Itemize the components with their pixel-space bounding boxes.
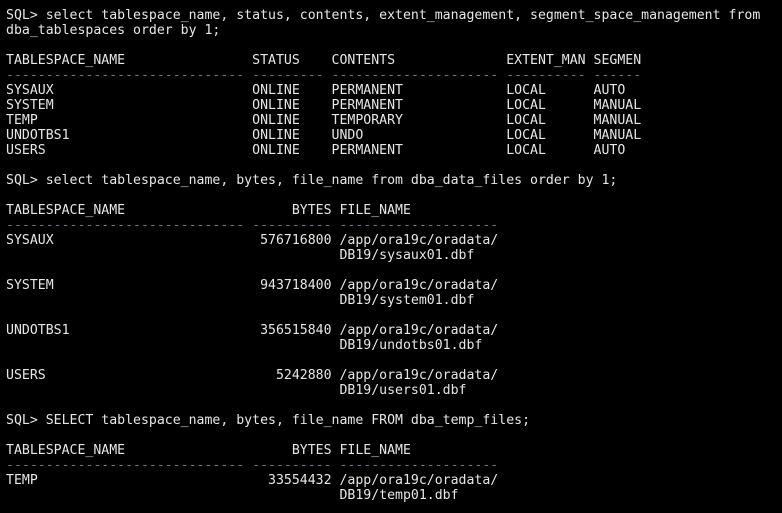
result-row: SYSTEM ONLINE PERMANENT LOCAL MANUAL xyxy=(6,98,642,113)
terminal-output[interactable]: SQL> select tablespace_name, status, con… xyxy=(0,0,782,513)
result-row: USERS 5242880 /app/ora19c/oradata/ xyxy=(6,368,499,383)
sql-command-line: SQL> select tablespace_name, status, con… xyxy=(6,8,761,23)
column-header-line: TABLESPACE_NAME BYTES FILE_NAME xyxy=(6,443,411,458)
result-row: DB19/sysaux01.dbf xyxy=(6,248,475,263)
column-header-line: TABLESPACE_NAME BYTES FILE_NAME xyxy=(6,203,411,218)
column-separator: ------------------------------ ---------… xyxy=(6,458,499,473)
result-row: DB19/temp01.dbf xyxy=(6,488,459,503)
result-row: DB19/system01.dbf xyxy=(6,293,475,308)
result-row: TEMP 33554432 /app/ora19c/oradata/ xyxy=(6,473,499,488)
column-separator: ------------------------------ ---------… xyxy=(6,68,642,83)
result-row: SYSAUX ONLINE PERMANENT LOCAL AUTO xyxy=(6,83,626,98)
result-row: dba_tablespaces order by 1; xyxy=(6,23,221,38)
result-row: USERS ONLINE PERMANENT LOCAL AUTO xyxy=(6,143,626,158)
result-row: SYSAUX 576716800 /app/ora19c/oradata/ xyxy=(6,233,499,248)
result-row: TEMP ONLINE TEMPORARY LOCAL MANUAL xyxy=(6,113,642,128)
sql-command-line: SQL> select tablespace_name, bytes, file… xyxy=(6,173,618,188)
result-row: UNDOTBS1 356515840 /app/ora19c/oradata/ xyxy=(6,323,499,338)
result-row: DB19/undotbs01.dbf xyxy=(6,338,483,353)
result-row: DB19/users01.dbf xyxy=(6,383,467,398)
column-separator: ------------------------------ ---------… xyxy=(6,218,499,233)
result-row: UNDOTBS1 ONLINE UNDO LOCAL MANUAL xyxy=(6,128,642,143)
column-header-line: TABLESPACE_NAME STATUS CONTENTS EXTENT_M… xyxy=(6,53,642,68)
result-row: SYSTEM 943718400 /app/ora19c/oradata/ xyxy=(6,278,499,293)
sql-command-line: SQL> SELECT tablespace_name, bytes, file… xyxy=(6,413,531,428)
